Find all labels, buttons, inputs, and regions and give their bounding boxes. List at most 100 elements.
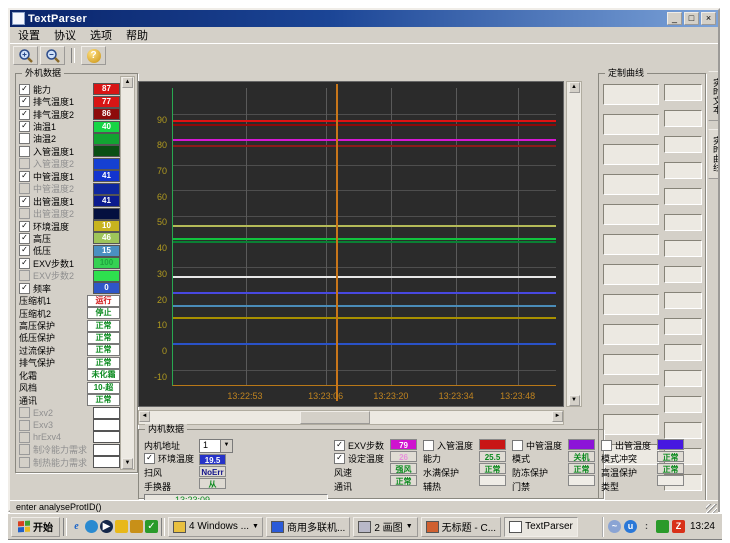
row-checkbox[interactable]: ✓ bbox=[144, 453, 155, 464]
help-button[interactable]: ? bbox=[81, 46, 106, 65]
row-checkbox[interactable] bbox=[512, 440, 523, 451]
custom-curve-slot[interactable] bbox=[603, 84, 659, 105]
menu-item-设置[interactable]: 设置 bbox=[11, 26, 47, 44]
row-checkbox[interactable]: ✓ bbox=[19, 84, 30, 95]
tray-ime-icon[interactable]: Z bbox=[672, 520, 685, 533]
row-checkbox[interactable] bbox=[19, 444, 30, 455]
chevron-down-icon[interactable]: ▼ bbox=[252, 523, 259, 530]
custom-curve-value-slot[interactable] bbox=[664, 318, 702, 335]
taskbtn-textparser[interactable]: TextParser bbox=[504, 517, 578, 537]
custom-curve-value-slot[interactable] bbox=[664, 422, 702, 439]
tab-实时文本[interactable]: 实时文本 bbox=[708, 71, 718, 121]
scroll-down-icon[interactable]: ▼ bbox=[122, 458, 133, 469]
custom-curve-slot[interactable] bbox=[603, 354, 659, 375]
row-checkbox[interactable] bbox=[601, 440, 612, 451]
custom-curve-slot[interactable] bbox=[603, 264, 659, 285]
row-checkbox[interactable]: ✓ bbox=[19, 109, 30, 120]
chart-scroll-up-icon[interactable]: ▲ bbox=[569, 82, 580, 93]
taskbtn-untitled[interactable]: 无标题 - C... bbox=[421, 517, 501, 537]
row-checkbox[interactable] bbox=[19, 183, 30, 194]
chevron-down-icon[interactable]: ▼ bbox=[406, 523, 413, 530]
row-checkbox[interactable] bbox=[19, 457, 30, 468]
close-button[interactable]: × bbox=[701, 12, 716, 25]
tab-实时曲线[interactable]: 实时曲线 bbox=[708, 129, 718, 179]
start-button[interactable]: 开始 bbox=[11, 517, 60, 537]
chart-hscroll-thumb[interactable] bbox=[300, 411, 370, 424]
row-checkbox[interactable]: ✓ bbox=[19, 258, 30, 269]
row-checkbox[interactable] bbox=[19, 420, 30, 431]
custom-curve-slot[interactable] bbox=[603, 174, 659, 195]
taskbtn-windows-group[interactable]: 4 Windows ...▼ bbox=[168, 517, 263, 537]
custom-curve-value-slot[interactable] bbox=[664, 214, 702, 231]
row-checkbox[interactable]: ✓ bbox=[19, 121, 30, 132]
zoom-in-button[interactable] bbox=[13, 46, 38, 65]
messenger-icon[interactable] bbox=[115, 520, 128, 533]
plot-area[interactable] bbox=[172, 88, 556, 386]
row-checkbox[interactable]: ✓ bbox=[19, 233, 30, 244]
custom-curve-slot[interactable] bbox=[603, 294, 659, 315]
chart-time-cursor[interactable] bbox=[336, 84, 338, 401]
chart-hscrollbar[interactable]: ◄ ► bbox=[138, 410, 564, 425]
row-checkbox[interactable] bbox=[19, 133, 30, 144]
row-checkbox[interactable]: ✓ bbox=[19, 171, 30, 182]
left-panel-scrollbar[interactable]: ▲ ▼ bbox=[120, 76, 135, 470]
custom-curve-value-slot[interactable] bbox=[664, 240, 702, 257]
custom-curve-value-slot[interactable] bbox=[664, 162, 702, 179]
tray-msn-icon[interactable]: ~ bbox=[608, 520, 621, 533]
ie-icon[interactable]: e bbox=[70, 520, 83, 533]
row-checkbox[interactable] bbox=[19, 270, 30, 281]
row-checkbox[interactable] bbox=[19, 432, 30, 443]
custom-curve-value-slot[interactable] bbox=[664, 292, 702, 309]
menu-item-协议[interactable]: 协议 bbox=[47, 26, 83, 44]
custom-curve-slot[interactable] bbox=[603, 234, 659, 255]
custom-curve-value-slot[interactable] bbox=[664, 84, 702, 101]
custom-curve-slot[interactable] bbox=[603, 324, 659, 345]
indoor-address-dropdown[interactable]: 1▼ bbox=[199, 439, 233, 453]
row-checkbox[interactable] bbox=[19, 158, 30, 169]
chevron-down-icon[interactable]: ▼ bbox=[220, 440, 232, 452]
row-checkbox[interactable] bbox=[19, 208, 30, 219]
maximize-button[interactable]: □ bbox=[684, 12, 699, 25]
chart-scroll-right-icon[interactable]: ► bbox=[552, 411, 563, 422]
chart-vscrollbar[interactable]: ▲ ▼ bbox=[566, 81, 582, 407]
minimize-button[interactable]: _ bbox=[667, 12, 682, 25]
menu-item-帮助[interactable]: 帮助 bbox=[119, 26, 155, 44]
row-checkbox[interactable]: ✓ bbox=[19, 96, 30, 107]
tray-green-icon[interactable] bbox=[656, 520, 669, 533]
row-checkbox[interactable]: ✓ bbox=[19, 221, 30, 232]
row-checkbox[interactable] bbox=[19, 146, 30, 157]
media-player-icon[interactable]: ▶ bbox=[100, 520, 113, 533]
custom-curve-slot[interactable] bbox=[603, 414, 659, 435]
chart-scroll-down-icon[interactable]: ▼ bbox=[569, 395, 580, 406]
custom-curve-slot[interactable] bbox=[603, 144, 659, 165]
custom-curve-slot[interactable] bbox=[603, 114, 659, 135]
row-checkbox[interactable]: ✓ bbox=[19, 283, 30, 294]
row-checkbox[interactable] bbox=[423, 440, 434, 451]
taskbtn-paint-group[interactable]: 2 画图▼ bbox=[353, 517, 417, 537]
custom-curve-value-slot[interactable] bbox=[664, 396, 702, 413]
titlebar[interactable]: TextParser _ □ × bbox=[10, 10, 718, 27]
custom-curve-value-slot[interactable] bbox=[664, 266, 702, 283]
menu-item-选项[interactable]: 选项 bbox=[83, 26, 119, 44]
row-checkbox[interactable]: ✓ bbox=[334, 440, 345, 451]
custom-curve-value-slot[interactable] bbox=[664, 344, 702, 361]
lock-icon[interactable] bbox=[130, 520, 143, 533]
taskbtn-doc[interactable]: 商用多联机... bbox=[266, 517, 350, 537]
custom-curve-value-slot[interactable] bbox=[664, 370, 702, 387]
row-checkbox[interactable]: ✓ bbox=[334, 453, 345, 464]
custom-curve-value-slot[interactable] bbox=[664, 188, 702, 205]
custom-curve-value-slot[interactable] bbox=[664, 136, 702, 153]
tray-u-icon[interactable]: u bbox=[624, 520, 637, 533]
zoom-out-button[interactable] bbox=[40, 46, 65, 65]
scroll-up-icon[interactable]: ▲ bbox=[122, 77, 133, 88]
custom-curve-slot[interactable] bbox=[603, 384, 659, 405]
chart-scroll-left-icon[interactable]: ◄ bbox=[139, 411, 150, 422]
row-checkbox[interactable]: ✓ bbox=[19, 196, 30, 207]
tray-dots-icon[interactable]: : bbox=[640, 520, 653, 533]
row-checkbox[interactable]: ✓ bbox=[19, 245, 30, 256]
custom-curve-slot[interactable] bbox=[603, 204, 659, 225]
custom-curve-value-slot[interactable] bbox=[664, 110, 702, 127]
globe-icon[interactable] bbox=[85, 520, 98, 533]
antivirus-icon[interactable]: ✓ bbox=[145, 520, 158, 533]
row-checkbox[interactable] bbox=[19, 407, 30, 418]
